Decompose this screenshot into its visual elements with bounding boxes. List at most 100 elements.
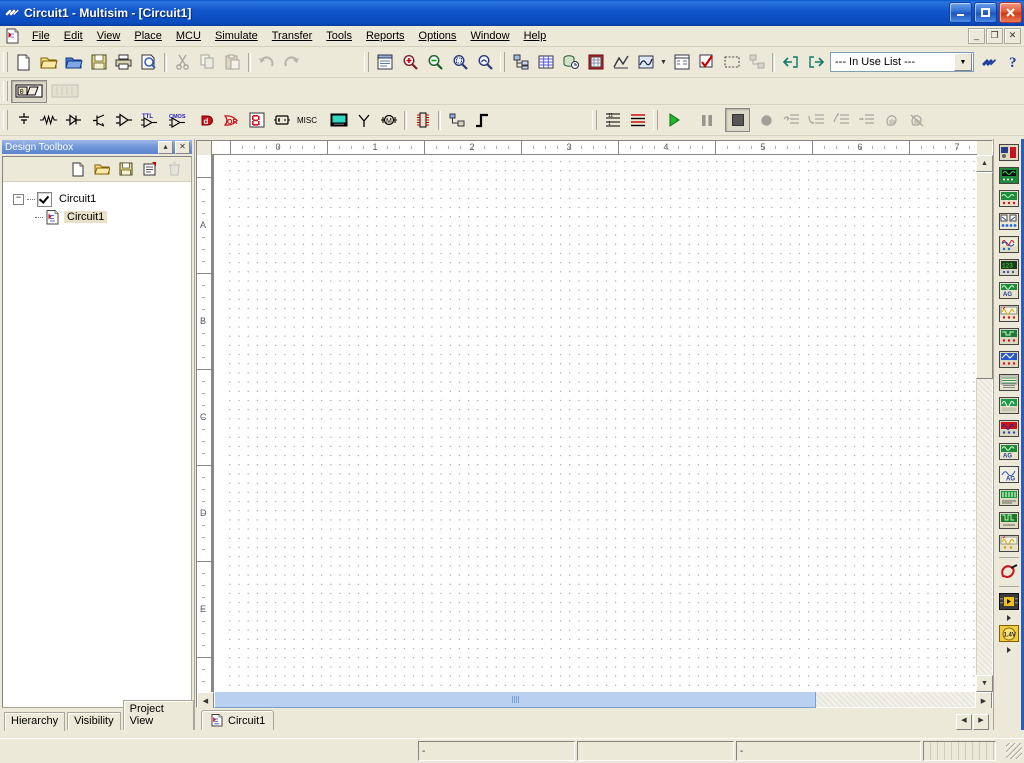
scroll-up-button[interactable]: ▲ — [976, 155, 993, 172]
place-analog-button[interactable] — [111, 108, 136, 132]
menu-place[interactable]: Place — [127, 28, 169, 44]
zoom-fit-button[interactable] — [472, 50, 497, 74]
place-mixed-button[interactable]: OR — [219, 108, 244, 132]
tab-visibility[interactable]: Visibility — [67, 712, 121, 730]
print-preview-button[interactable] — [136, 50, 161, 74]
design-toolbox-close-button[interactable]: ✕ — [175, 140, 190, 154]
toggle-full-screen-button[interactable] — [372, 50, 397, 74]
schematic-canvas[interactable] — [212, 155, 976, 692]
maximize-button[interactable] — [974, 2, 997, 23]
logic-converter-button[interactable] — [997, 325, 1021, 347]
toolbar-grip[interactable] — [653, 110, 658, 130]
toolbar-grip[interactable] — [3, 110, 8, 130]
place-source-button[interactable] — [11, 108, 36, 132]
mdi-minimize-button[interactable]: _ — [968, 28, 985, 44]
horizontal-scrollbar[interactable]: ◀ ▶ — [197, 691, 992, 709]
instruments-toolbar-toggle[interactable]: 0 — [11, 79, 47, 103]
zoom-area-button[interactable] — [447, 50, 472, 74]
toolbar-grip[interactable] — [3, 52, 8, 72]
print-button[interactable] — [111, 50, 136, 74]
place-indicator-button[interactable] — [244, 108, 269, 132]
menu-help[interactable]: Help — [517, 28, 554, 44]
measurement-probe-button[interactable] — [997, 561, 1021, 583]
place-rf-button[interactable] — [351, 108, 376, 132]
ni-elvis-dropdown-caret[interactable] — [1007, 645, 1011, 654]
network-analyzer-button[interactable]: AG — [997, 440, 1021, 462]
tektronix-oscilloscope-button[interactable] — [997, 532, 1021, 554]
place-basic-button[interactable] — [36, 108, 61, 132]
annotate-to-ultiboard-button[interactable] — [803, 50, 828, 74]
dashed-select-button[interactable] — [719, 50, 744, 74]
toolbar-grip[interactable] — [500, 52, 505, 72]
database-manager-button[interactable] — [558, 50, 583, 74]
vertical-scrollbar[interactable]: ▲ ▼ — [976, 155, 993, 692]
wattmeter-button[interactable] — [997, 187, 1021, 209]
bode-plotter-button[interactable]: 123 — [997, 256, 1021, 278]
tab-scroll-right-button[interactable]: ▶ — [973, 714, 989, 730]
menu-file[interactable]: File — [25, 28, 57, 44]
menu-options[interactable]: Options — [412, 28, 464, 44]
in-use-list-combo[interactable]: --- In Use List --- ▼ — [830, 52, 974, 72]
mdi-close-button[interactable]: ✕ — [1004, 28, 1021, 44]
horizontal-scroll-thumb[interactable] — [214, 691, 816, 708]
agilent-oscilloscope-button[interactable] — [997, 509, 1021, 531]
labview-instruments-button[interactable] — [997, 590, 1021, 612]
stop-simulation-button[interactable] — [725, 108, 750, 132]
show-analyses-button[interactable] — [625, 108, 650, 132]
zoom-in-button[interactable] — [397, 50, 422, 74]
electrical-rules-check-button[interactable] — [669, 50, 694, 74]
logic-analyzer-button[interactable] — [997, 348, 1021, 370]
spectrum-analyzer-button[interactable] — [997, 417, 1021, 439]
menu-mcu[interactable]: MCU — [169, 28, 208, 44]
place-power-button[interactable] — [269, 108, 294, 132]
menu-simulate[interactable]: Simulate — [208, 28, 265, 44]
capture-screen-area-button[interactable] — [694, 50, 719, 74]
resize-grip-icon[interactable] — [1006, 743, 1022, 759]
menu-transfer[interactable]: Transfer — [265, 28, 320, 44]
menu-tools[interactable]: Tools — [319, 28, 359, 44]
scroll-left-button[interactable]: ◀ — [197, 692, 214, 709]
place-transistor-button[interactable] — [86, 108, 111, 132]
document-tab-circuit1[interactable]: Circuit1 — [201, 710, 275, 730]
iv-analyzer-button[interactable] — [997, 371, 1021, 393]
in-use-list-dropdown-arrow[interactable]: ▼ — [954, 53, 972, 71]
design-toolbox-autohide-button[interactable]: ▴ — [158, 140, 173, 154]
run-simulation-button[interactable] — [661, 108, 686, 132]
toolbar-grip[interactable] — [364, 52, 369, 72]
component-wizard-button[interactable] — [583, 50, 608, 74]
open-design-button[interactable] — [61, 50, 86, 74]
place-misc-button[interactable]: MISC — [294, 108, 326, 132]
agilent-function-generator-button[interactable]: AG — [997, 463, 1021, 485]
place-ttl-button[interactable]: TTL — [136, 108, 164, 132]
place-misc-digital-button[interactable]: d — [194, 108, 219, 132]
place-electro-mechanical-button[interactable]: M — [376, 108, 401, 132]
spreadsheet-view-button[interactable] — [533, 50, 558, 74]
minimize-button[interactable] — [949, 2, 972, 23]
design-toolbox-button[interactable] — [508, 50, 533, 74]
menu-window[interactable]: Window — [463, 28, 516, 44]
open-file-button[interactable] — [36, 50, 61, 74]
forward-annotate-button[interactable] — [778, 50, 803, 74]
four-channel-oscilloscope-button[interactable] — [997, 233, 1021, 255]
distortion-analyzer-button[interactable] — [997, 394, 1021, 416]
place-cmos-button[interactable]: CMOS — [164, 108, 194, 132]
tab-scroll-left-button[interactable]: ◀ — [956, 714, 972, 730]
labview-dropdown-caret[interactable] — [1007, 613, 1011, 622]
agilent-multimeter-button[interactable] — [997, 486, 1021, 508]
open-sheet-button[interactable] — [91, 158, 113, 180]
close-button[interactable] — [999, 2, 1022, 23]
place-hierarchical-block-button[interactable] — [444, 108, 469, 132]
ni-elvis-instruments-button[interactable]: 1.4V — [997, 622, 1021, 644]
place-bus-button[interactable] — [469, 108, 494, 132]
zoom-out-button[interactable] — [422, 50, 447, 74]
tree-expander-icon[interactable]: − — [13, 193, 24, 205]
save-button[interactable] — [86, 50, 111, 74]
frequency-counter-button[interactable]: AG — [997, 279, 1021, 301]
tab-project-view[interactable]: Project View — [122, 700, 194, 730]
grapher-button[interactable] — [608, 50, 633, 74]
place-diode-button[interactable] — [61, 108, 86, 132]
horizontal-scroll-track[interactable] — [214, 691, 975, 708]
place-mcu-button[interactable] — [410, 108, 435, 132]
postprocessor-button[interactable] — [633, 50, 658, 74]
new-sheet-button[interactable] — [67, 158, 89, 180]
